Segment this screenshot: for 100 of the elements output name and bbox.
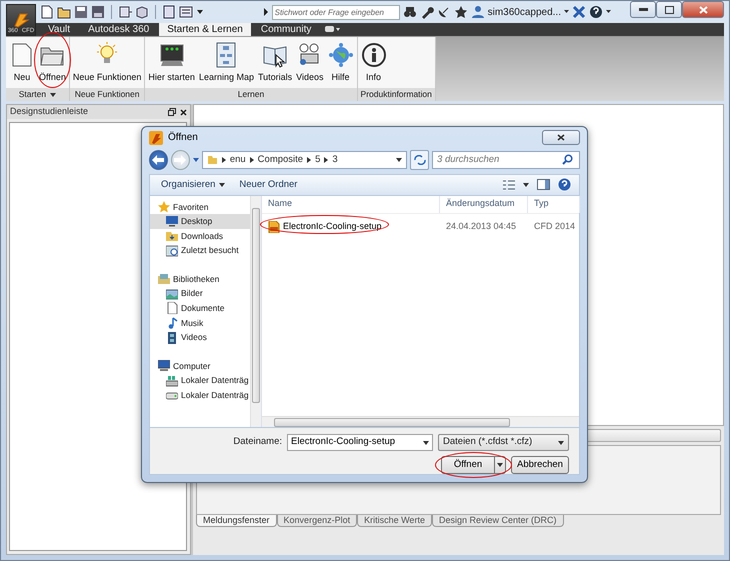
- nav-item[interactable]: Lokaler Datenträg: [150, 388, 250, 403]
- minimize-button[interactable]: [630, 1, 656, 18]
- search-field[interactable]: 3 durchsuchen: [432, 150, 580, 169]
- nav-item[interactable]: Desktop: [150, 214, 250, 229]
- nav-item[interactable]: Bilder: [150, 286, 250, 302]
- ribbon-button[interactable]: Neue Funktionen: [72, 42, 142, 84]
- file-type-dropdown[interactable]: Dateien (*.cfdst *.cfz): [438, 434, 569, 452]
- column-header[interactable]: Typ: [528, 196, 580, 213]
- refresh-icon: [414, 154, 426, 165]
- user-name[interactable]: sim360capped...: [488, 4, 561, 20]
- ribbon-tab[interactable]: Autodesk 360: [80, 23, 158, 36]
- address-bar[interactable]: enu Composite 5 3: [202, 150, 408, 169]
- path-segment[interactable]: Composite: [258, 152, 304, 167]
- caret-icon: [219, 182, 226, 187]
- scrollbar[interactable]: [250, 196, 261, 428]
- ribbon-tab[interactable]: Vault: [40, 23, 78, 36]
- group-label: Lernen: [238, 88, 264, 101]
- scrollbar[interactable]: [262, 416, 579, 428]
- monitor-icon: [158, 42, 185, 68]
- ribbon-button[interactable]: Learning Map: [198, 42, 255, 84]
- chevron-icon: [307, 156, 312, 163]
- column-header[interactable]: Änderungsdatum: [440, 196, 528, 213]
- column-header[interactable]: Name: [262, 196, 440, 213]
- nav-item[interactable]: Zuletzt besucht: [150, 243, 250, 258]
- ribbon-tab[interactable]: Starten & Lernen: [159, 23, 251, 36]
- nav-item[interactable]: Lokaler Datenträg: [150, 374, 250, 388]
- back-arrow-icon: [152, 154, 164, 165]
- music-note-icon: [166, 317, 178, 330]
- minimize-icon: [638, 8, 648, 12]
- nav-item[interactable]: Musik: [150, 316, 250, 330]
- restore-icon[interactable]: [168, 108, 176, 116]
- save-as-icon: [91, 5, 105, 19]
- output-tab[interactable]: Konvergenz-Plot: [276, 515, 358, 527]
- ribbon-button[interactable]: Öffnen: [38, 42, 67, 84]
- dropdown-icon[interactable]: [196, 9, 204, 15]
- close-button[interactable]: [542, 130, 580, 146]
- help-icon[interactable]: [558, 178, 571, 192]
- ribbon-tab[interactable]: Community: [252, 23, 320, 36]
- binoculars-icon[interactable]: [402, 5, 417, 19]
- chevron-icon: [250, 156, 254, 163]
- filename-field[interactable]: ElectronIc-Cooling-setup: [287, 434, 433, 452]
- folder-icon: [166, 230, 178, 242]
- logo-icon: [12, 12, 30, 28]
- picture-icon: [166, 288, 178, 300]
- new-document-icon: [40, 5, 54, 19]
- cube-icon: [135, 5, 149, 19]
- group-label: Starten: [18, 88, 46, 101]
- ribbon-button[interactable]: Tutorials: [256, 42, 294, 84]
- folder-icon: [206, 154, 218, 166]
- dialog-title: Öffnen: [168, 130, 199, 146]
- cfd-file-icon: [268, 220, 280, 233]
- path-segment[interactable]: 5: [315, 152, 320, 167]
- wrench-icon[interactable]: [420, 5, 434, 19]
- forward-arrow-icon: [174, 154, 186, 165]
- star-icon[interactable]: [454, 5, 468, 19]
- open-folder-icon: [57, 5, 71, 19]
- path-segment[interactable]: 3: [332, 152, 338, 167]
- nav-item[interactable]: Downloads: [150, 228, 250, 244]
- nav-item[interactable]: Videos: [150, 330, 250, 345]
- dropdown-icon[interactable]: [564, 10, 569, 14]
- caret-icon[interactable]: [50, 92, 56, 96]
- output-tab[interactable]: Meldungsfenster: [196, 515, 277, 527]
- search-icon: [562, 154, 574, 165]
- toolbar-button[interactable]: Neuer Ordner: [236, 178, 300, 192]
- dropdown-icon[interactable]: [396, 158, 402, 162]
- back-button[interactable]: [149, 150, 168, 170]
- path-segment[interactable]: enu: [230, 152, 246, 167]
- output-tab[interactable]: Kritische Werte: [357, 515, 432, 527]
- app-icon: [149, 130, 163, 145]
- refresh-button[interactable]: [410, 150, 430, 170]
- save-icon: [74, 5, 88, 19]
- star-icon: [158, 200, 170, 213]
- globe-icon: [328, 42, 354, 68]
- nav-item[interactable]: Dokumente: [150, 301, 250, 316]
- file-row[interactable]: ElectronIc-Cooling-setup 24.04.2013 04:45 CFD 2014: [262, 214, 579, 240]
- dropdown-icon[interactable]: [606, 10, 611, 14]
- nav-item[interactable]: Favoriten: [150, 200, 250, 214]
- user-icon[interactable]: [470, 5, 485, 19]
- preview-pane-icon[interactable]: [537, 179, 550, 190]
- expand-icon[interactable]: [262, 8, 269, 16]
- search-field[interactable]: Stichwort oder Frage eingeben: [272, 4, 400, 20]
- nav-item[interactable]: Bibliotheken: [150, 272, 250, 287]
- caret-icon[interactable]: [523, 182, 529, 187]
- view-list-icon[interactable]: [503, 180, 515, 190]
- group-label: Neue Funktionen: [74, 88, 140, 101]
- ribbon-button[interactable]: Neu: [8, 42, 36, 84]
- ribbon-button[interactable]: Info: [360, 42, 388, 84]
- ribbon-button[interactable]: Hilfe: [326, 42, 355, 84]
- document-icon: [166, 302, 178, 314]
- ribbon-button[interactable]: Videos: [295, 42, 325, 84]
- help-icon[interactable]: [589, 5, 603, 19]
- nav-item[interactable]: Computer: [150, 358, 250, 374]
- ribbon-button[interactable]: Hier starten: [147, 42, 196, 84]
- toolbar-button[interactable]: Organisieren: [158, 178, 228, 192]
- maximize-button[interactable]: [656, 1, 682, 18]
- dialog-button[interactable]: Abbrechen: [511, 456, 569, 474]
- close-icon[interactable]: [180, 108, 187, 116]
- chevron-icon: [222, 156, 226, 163]
- split-button[interactable]: Öffnen: [441, 456, 506, 474]
- output-tab[interactable]: Design Review Center (DRC): [432, 515, 564, 527]
